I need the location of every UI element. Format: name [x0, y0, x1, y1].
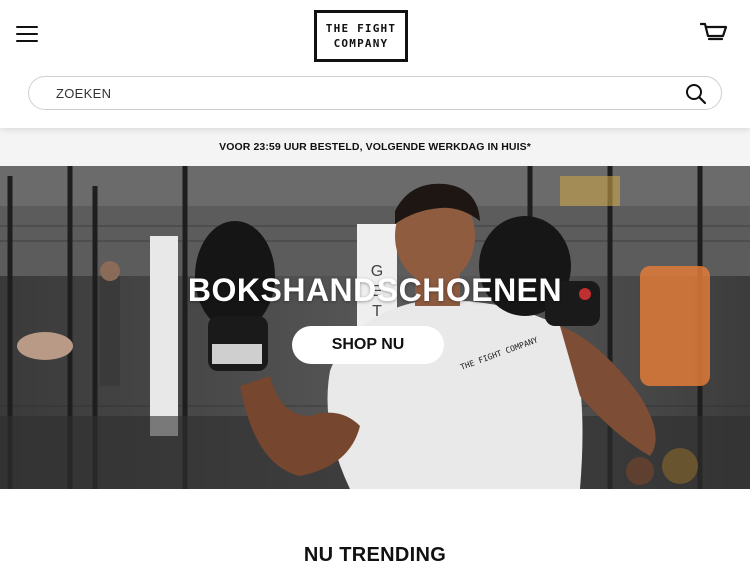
shop-now-button[interactable]: SHOP NU [292, 326, 444, 364]
hero-banner: G E T E R THE FIGHT COMPANY BOKSHANDSCHO… [0, 166, 750, 489]
logo-line-2: COMPANY [333, 37, 389, 50]
logo-line-1: THE FIGHT [325, 22, 397, 35]
announcement-bar: VOOR 23:59 UUR BESTELD, VOLGENDE WERKDAG… [0, 128, 750, 166]
hero-title: BOKSHANDSCHOENEN [187, 272, 563, 308]
hamburger-menu-icon[interactable] [14, 22, 40, 44]
shopping-cart-icon[interactable] [699, 21, 728, 45]
trending-section-title: NU TRENDING [303, 544, 447, 563]
site-header: THE FIGHT COMPANY [0, 0, 750, 128]
search-icon[interactable] [684, 82, 708, 106]
search-input[interactable] [56, 77, 676, 109]
announcement-text: VOOR 23:59 UUR BESTELD, VOLGENDE WERKDAG… [219, 141, 531, 153]
site-logo[interactable]: THE FIGHT COMPANY [314, 10, 408, 62]
search-bar [28, 76, 722, 110]
